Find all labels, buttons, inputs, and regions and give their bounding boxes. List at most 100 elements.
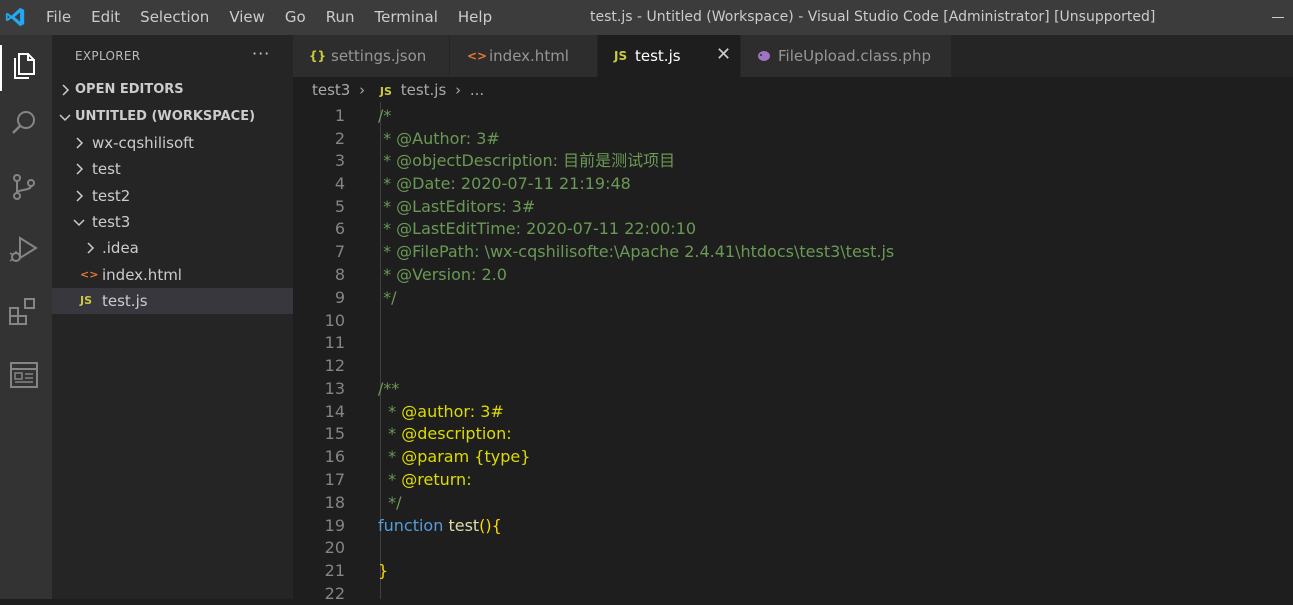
line-number: 2 bbox=[334, 129, 345, 148]
tree-item-folder[interactable]: wx-cqshilisoft bbox=[52, 130, 293, 156]
chevron-right-icon bbox=[76, 190, 84, 202]
code-line: * @LastEditTime: 2020-07-11 22:00:10 bbox=[378, 219, 697, 238]
tab-bar: {} settings.json <> index.html JS test.j… bbox=[293, 35, 1293, 77]
tree-item-folder[interactable]: test bbox=[52, 156, 293, 182]
tab-test-js[interactable]: JS test.js ✕ bbox=[598, 35, 741, 77]
remote-explorer-icon[interactable] bbox=[6, 357, 42, 393]
breadcrumb-file[interactable]: test.js bbox=[401, 79, 447, 101]
html-file-icon: <> bbox=[80, 268, 99, 281]
run-debug-icon[interactable] bbox=[6, 231, 42, 267]
code-line: * @author: 3# bbox=[378, 400, 504, 423]
tree-item-label: test bbox=[92, 160, 121, 178]
files-icon[interactable] bbox=[6, 47, 42, 83]
tree-item-label: index.html bbox=[102, 266, 182, 284]
line-number: 7 bbox=[334, 242, 345, 261]
section-workspace[interactable]: UNTITLED (WORKSPACE) bbox=[52, 104, 293, 130]
line-number: 12 bbox=[324, 356, 345, 375]
php-elephant-icon bbox=[758, 51, 770, 61]
menu-selection[interactable]: Selection bbox=[130, 0, 219, 35]
tab-label: index.html bbox=[489, 47, 569, 65]
close-icon[interactable]: ✕ bbox=[716, 35, 731, 75]
code-line: */ bbox=[378, 288, 397, 307]
code-line: * @Version: 2.0 bbox=[378, 265, 507, 284]
sidebar-explorer: EXPLORER ··· OPEN EDITORS UNTITLED (WORK… bbox=[52, 35, 293, 599]
tree-item-label: test3 bbox=[92, 213, 131, 231]
line-number: 21 bbox=[324, 561, 345, 580]
line-number: 5 bbox=[334, 197, 345, 216]
tree-item-label: .idea bbox=[102, 239, 139, 257]
line-number: 20 bbox=[324, 538, 345, 557]
extensions-icon[interactable] bbox=[6, 293, 42, 329]
code-line: * @objectDescription: 目前是测试项目 bbox=[378, 151, 676, 170]
tab-label: FileUpload.class.php bbox=[778, 47, 931, 65]
tab-label: test.js bbox=[635, 47, 681, 65]
chevron-down-icon bbox=[73, 219, 85, 227]
open-editors-label: OPEN EDITORS bbox=[75, 82, 184, 97]
line-number: 16 bbox=[324, 447, 345, 466]
code-line: * @Date: 2020-07-11 21:19:48 bbox=[378, 174, 631, 193]
jsdoc-tag: @author: 3# bbox=[401, 402, 504, 421]
section-open-editors[interactable]: OPEN EDITORS bbox=[52, 77, 293, 103]
code-line: * @param {type} bbox=[378, 445, 530, 468]
code-editor[interactable]: 1 2 3 4 5 6 7 8 9 10 11 12 13 14 15 16 1… bbox=[293, 102, 1293, 603]
tab-label: settings.json bbox=[331, 47, 427, 65]
chevron-right-icon: › bbox=[455, 81, 462, 99]
code-line: * @return: bbox=[378, 468, 472, 491]
explorer-header: EXPLORER bbox=[75, 49, 141, 63]
source-control-icon[interactable] bbox=[6, 169, 42, 205]
jsdoc-tag: @param {type} bbox=[401, 447, 531, 466]
line-number: 4 bbox=[334, 174, 345, 193]
tab-fileupload-php[interactable]: FileUpload.class.php bbox=[741, 35, 952, 77]
jsdoc-tag: @description: bbox=[401, 424, 512, 443]
vscode-logo-icon bbox=[5, 7, 25, 27]
jsdoc-tag: @return: bbox=[401, 470, 472, 489]
line-number: 11 bbox=[324, 333, 345, 352]
chevron-right-icon bbox=[87, 242, 95, 254]
keyword: function bbox=[378, 516, 444, 535]
search-icon[interactable] bbox=[6, 105, 42, 141]
more-actions-icon[interactable]: ··· bbox=[252, 35, 270, 73]
menu-view[interactable]: View bbox=[219, 0, 275, 35]
line-number: 9 bbox=[334, 288, 345, 307]
tree-item-folder[interactable]: .idea bbox=[52, 235, 293, 261]
line-number: 6 bbox=[334, 219, 345, 238]
workspace-label: UNTITLED (WORKSPACE) bbox=[75, 109, 256, 124]
minimize-icon[interactable] bbox=[1272, 17, 1284, 18]
js-file-icon: JS bbox=[80, 294, 93, 307]
title-bar: File Edit Selection View Go Run Terminal… bbox=[0, 0, 1293, 35]
menu-help[interactable]: Help bbox=[448, 0, 502, 35]
comment-prefix: * bbox=[378, 402, 402, 421]
menu-edit[interactable]: Edit bbox=[81, 0, 130, 35]
comment-prefix: * bbox=[378, 447, 402, 466]
tab-index-html[interactable]: <> index.html bbox=[450, 35, 598, 77]
tree-item-folder-open[interactable]: test3 bbox=[52, 209, 293, 235]
code-line: */ bbox=[378, 493, 402, 512]
menu-terminal[interactable]: Terminal bbox=[365, 0, 448, 35]
code-line: /** bbox=[378, 379, 400, 398]
line-number: 15 bbox=[324, 424, 345, 443]
line-number: 17 bbox=[324, 470, 345, 489]
window-title: test.js - Untitled (Workspace) - Visual … bbox=[590, 9, 1156, 25]
tree-item-file[interactable]: <> index.html bbox=[52, 262, 293, 288]
tree-item-label: wx-cqshilisoft bbox=[92, 134, 195, 152]
tree-item-folder[interactable]: test2 bbox=[52, 183, 293, 209]
menu-run[interactable]: Run bbox=[316, 0, 365, 35]
active-indicator bbox=[0, 45, 2, 91]
breadcrumb: test3 › JS test.js › ... bbox=[312, 79, 484, 101]
line-number: 10 bbox=[324, 311, 345, 330]
activity-bar bbox=[0, 35, 52, 599]
breadcrumb-symbol[interactable]: ... bbox=[470, 79, 484, 101]
breadcrumb-folder[interactable]: test3 bbox=[312, 79, 350, 101]
line-number: 8 bbox=[334, 265, 345, 284]
code-line: * @Author: 3# bbox=[378, 129, 500, 148]
line-number: 14 bbox=[324, 402, 345, 421]
line-number: 1 bbox=[334, 106, 345, 125]
line-number: 19 bbox=[324, 516, 345, 535]
menu-file[interactable]: File bbox=[36, 0, 81, 35]
code-line: * @LastEditors: 3# bbox=[378, 197, 536, 216]
menu-go[interactable]: Go bbox=[275, 0, 316, 35]
chevron-right-icon bbox=[76, 163, 84, 175]
tree-item-label: test.js bbox=[102, 292, 148, 310]
tree-item-file-selected[interactable]: JS test.js bbox=[52, 288, 293, 314]
tab-settings-json[interactable]: {} settings.json bbox=[293, 35, 450, 77]
